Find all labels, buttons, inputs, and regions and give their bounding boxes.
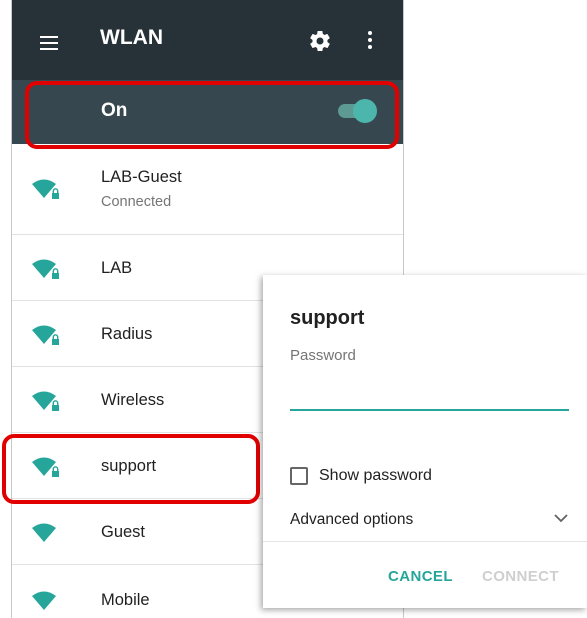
network-row-lab-guest[interactable]: LAB-Guest Connected	[12, 144, 403, 235]
dialog-divider	[263, 541, 587, 542]
highlight-support-row	[2, 434, 260, 504]
highlight-toggle-bar	[25, 81, 399, 149]
page-title: WLAN	[100, 26, 163, 49]
wifi-locked-icon	[32, 179, 59, 199]
network-ssid: Mobile	[101, 591, 150, 609]
dialog-title: support	[290, 307, 365, 329]
chevron-down-icon[interactable]	[553, 512, 569, 524]
gear-icon[interactable]	[308, 29, 332, 53]
network-ssid: Guest	[101, 523, 146, 541]
wifi-open-icon	[32, 523, 56, 542]
connect-button[interactable]: CONNECT	[482, 568, 559, 585]
wifi-locked-icon	[32, 325, 59, 345]
wifi-locked-icon	[32, 391, 59, 411]
hamburger-icon[interactable]	[40, 36, 58, 50]
password-input[interactable]	[290, 379, 569, 411]
wifi-password-dialog: support Password Show password Advanced …	[263, 275, 587, 608]
password-label: Password	[290, 347, 356, 364]
network-status: Connected	[101, 194, 172, 210]
network-ssid: Radius	[101, 325, 153, 343]
wifi-locked-icon	[32, 259, 59, 279]
advanced-options-label[interactable]: Advanced options	[290, 511, 413, 529]
network-ssid: LAB	[101, 259, 133, 277]
network-ssid: Wireless	[101, 391, 165, 409]
network-ssid: LAB-Guest	[101, 168, 182, 186]
more-vert-icon[interactable]	[367, 31, 373, 53]
show-password-label[interactable]: Show password	[319, 467, 432, 485]
cancel-button[interactable]: CANCEL	[388, 568, 453, 585]
show-password-checkbox[interactable]	[290, 467, 308, 485]
wifi-open-icon	[32, 591, 56, 610]
app-bar: WLAN	[12, 0, 403, 80]
